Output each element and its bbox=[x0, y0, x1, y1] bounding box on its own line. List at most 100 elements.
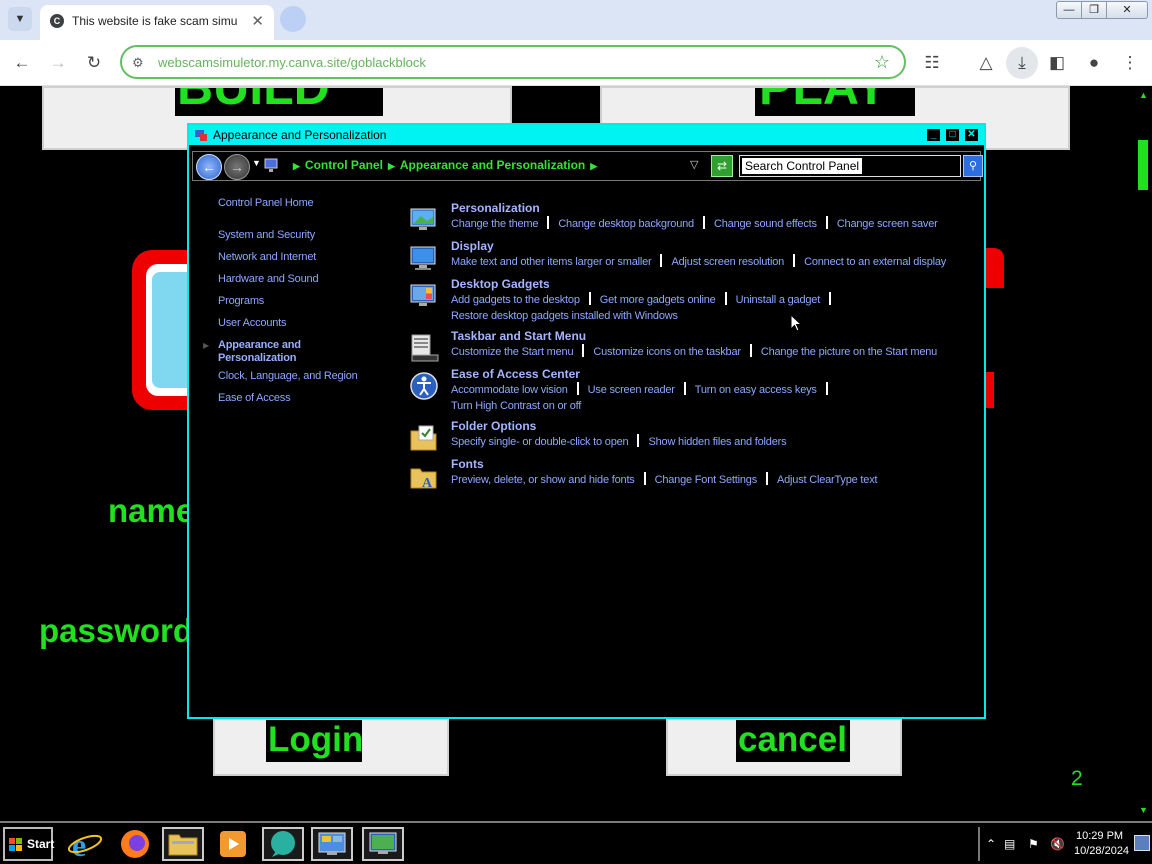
tab-search-icon[interactable]: ▼ bbox=[8, 7, 32, 31]
computer-icon[interactable] bbox=[362, 827, 404, 861]
login-button[interactable]: Login bbox=[213, 718, 449, 776]
action-center-flag-icon[interactable]: ⚑ bbox=[1028, 837, 1039, 851]
cancel-button[interactable]: cancel bbox=[666, 718, 902, 776]
address-bar[interactable]: ⚙ webscamsimuletor.my.canva.site/goblack… bbox=[120, 45, 906, 79]
close-icon[interactable]: ✕ bbox=[964, 128, 979, 142]
back-arrow-icon[interactable]: ← bbox=[196, 154, 222, 180]
recent-pages-dropdown-icon[interactable]: ▼ bbox=[252, 158, 261, 168]
link-change-sound-effects[interactable]: Change sound effects bbox=[714, 218, 817, 230]
profile-icon[interactable]: ● bbox=[1082, 51, 1106, 75]
link-single-double-click[interactable]: Specify single- or double-click to open bbox=[451, 436, 629, 448]
category-title[interactable]: Taskbar and Start Menu bbox=[451, 329, 586, 343]
link-restore-gadgets[interactable]: Restore desktop gadgets installed with W… bbox=[451, 310, 678, 322]
url-text[interactable]: webscamsimuletor.my.canva.site/goblackbl… bbox=[158, 55, 426, 70]
browser-tab-strip: ▼ C This website is fake scam simu ✕ — ❐… bbox=[0, 0, 1152, 40]
sidebar-item-appearance[interactable]: Appearance and Personalization bbox=[218, 339, 348, 365]
internet-explorer-icon[interactable]: e bbox=[64, 827, 106, 863]
link-screen-resolution[interactable]: Adjust screen resolution bbox=[671, 256, 784, 268]
control-panel-icon[interactable] bbox=[311, 827, 353, 861]
menu-icon[interactable]: ⋮ bbox=[1118, 51, 1142, 75]
back-icon[interactable]: ← bbox=[10, 51, 34, 75]
close-window-button[interactable]: ✕ bbox=[1106, 1, 1148, 19]
link-cleartype[interactable]: Adjust ClearType text bbox=[777, 474, 878, 486]
black-block bbox=[514, 86, 598, 120]
link-preview-fonts[interactable]: Preview, delete, or show and hide fonts bbox=[451, 474, 635, 486]
clock-time[interactable]: 10:29 PM bbox=[1076, 830, 1123, 842]
link-easy-access-keys[interactable]: Turn on easy access keys bbox=[695, 384, 817, 396]
site-info-icon[interactable]: ⚙ bbox=[132, 55, 144, 71]
sidebar-item-control-panel-home[interactable]: Control Panel Home bbox=[218, 197, 314, 209]
sidebar-item-network[interactable]: Network and Internet bbox=[218, 251, 316, 263]
chat-icon[interactable] bbox=[262, 827, 304, 861]
bookmark-star-icon[interactable]: ☆ bbox=[874, 52, 890, 73]
chevron-icon[interactable]: ▶ bbox=[388, 161, 395, 171]
link-change-start-picture[interactable]: Change the picture on the Start menu bbox=[761, 346, 937, 358]
link-font-settings[interactable]: Change Font Settings bbox=[655, 474, 758, 486]
sidebar-item-clock-language[interactable]: Clock, Language, and Region bbox=[218, 370, 358, 382]
sidebar-item-ease-of-access[interactable]: Ease of Access bbox=[218, 392, 291, 404]
show-hidden-icons-icon[interactable]: ⌃ bbox=[986, 837, 996, 851]
labs-icon[interactable]: △ bbox=[974, 51, 998, 75]
restore-window-button[interactable]: ❐ bbox=[1081, 1, 1107, 19]
reload-icon[interactable]: ↻ bbox=[82, 51, 106, 75]
browser-tab[interactable]: C This website is fake scam simu ✕ bbox=[40, 5, 274, 40]
chevron-icon[interactable]: ▶ bbox=[590, 161, 597, 171]
link-add-gadgets[interactable]: Add gadgets to the desktop bbox=[451, 294, 580, 306]
scroll-up-arrow-icon[interactable]: ▲ bbox=[1139, 90, 1148, 100]
new-tab-button[interactable] bbox=[280, 6, 306, 32]
download-icon[interactable]: ⤓ bbox=[1006, 47, 1038, 79]
sidebar-item-programs[interactable]: Programs bbox=[218, 295, 264, 307]
refresh-icon[interactable]: ⇄ bbox=[711, 155, 733, 177]
sidebar-item-hardware[interactable]: Hardware and Sound bbox=[218, 273, 319, 285]
search-input-text[interactable]: Search Control Panel bbox=[742, 158, 863, 174]
link-hidden-files[interactable]: Show hidden files and folders bbox=[648, 436, 786, 448]
scroll-down-arrow-icon[interactable]: ▼ bbox=[1139, 805, 1148, 815]
link-change-background[interactable]: Change desktop background bbox=[558, 218, 694, 230]
clock-date[interactable]: 10/28/2024 bbox=[1074, 845, 1129, 857]
scrollbar-thumb[interactable] bbox=[1138, 140, 1148, 190]
current-item-marker-icon: ▶ bbox=[203, 341, 210, 350]
category-title[interactable]: Fonts bbox=[451, 457, 484, 471]
volume-muted-icon[interactable]: 🔇 bbox=[1050, 837, 1065, 851]
breadcrumb-appearance[interactable]: Appearance and Personalization bbox=[400, 158, 585, 172]
forward-arrow-icon[interactable]: → bbox=[224, 154, 250, 180]
link-change-theme[interactable]: Change the theme bbox=[451, 218, 539, 230]
window-title-bar[interactable]: Appearance and Personalization _ □ ✕ bbox=[189, 125, 984, 145]
link-uninstall-gadget[interactable]: Uninstall a gadget bbox=[736, 294, 821, 306]
breadcrumb-control-panel[interactable]: Control Panel bbox=[305, 158, 383, 172]
show-desktop-button[interactable] bbox=[1134, 835, 1150, 851]
category-title[interactable]: Personalization bbox=[451, 201, 540, 215]
forward-icon[interactable]: → bbox=[46, 51, 70, 75]
sidebar-item-system-security[interactable]: System and Security bbox=[218, 229, 315, 241]
close-icon[interactable]: ✕ bbox=[251, 12, 264, 30]
media-player-icon[interactable] bbox=[212, 827, 254, 861]
link-text-size[interactable]: Make text and other items larger or smal… bbox=[451, 256, 652, 268]
search-input[interactable]: Search Control Panel bbox=[739, 155, 961, 177]
link-low-vision[interactable]: Accommodate low vision bbox=[451, 384, 568, 396]
sidebar-item-user-accounts[interactable]: User Accounts bbox=[218, 317, 287, 329]
link-screen-reader[interactable]: Use screen reader bbox=[588, 384, 675, 396]
link-change-screen-saver[interactable]: Change screen saver bbox=[837, 218, 938, 230]
minimize-window-button[interactable]: — bbox=[1056, 1, 1082, 19]
minimize-icon[interactable]: _ bbox=[926, 128, 941, 142]
link-customize-start[interactable]: Customize the Start menu bbox=[451, 346, 574, 358]
link-external-display[interactable]: Connect to an external display bbox=[804, 256, 946, 268]
extensions-icon[interactable]: ☷ bbox=[920, 51, 944, 75]
file-explorer-icon[interactable] bbox=[162, 827, 204, 861]
control-panel-icon bbox=[264, 158, 278, 172]
category-title[interactable]: Folder Options bbox=[451, 419, 536, 433]
start-button[interactable]: Start bbox=[3, 827, 54, 861]
firefox-icon[interactable] bbox=[114, 827, 156, 861]
category-title[interactable]: Desktop Gadgets bbox=[451, 277, 550, 291]
address-dropdown-icon[interactable]: ▽ bbox=[690, 158, 698, 171]
link-more-gadgets[interactable]: Get more gadgets online bbox=[600, 294, 716, 306]
network-icon[interactable]: ▤ bbox=[1004, 837, 1015, 851]
category-title[interactable]: Display bbox=[451, 239, 494, 253]
maximize-icon[interactable]: □ bbox=[945, 128, 960, 142]
search-icon[interactable]: ⚲ bbox=[963, 155, 983, 177]
link-high-contrast[interactable]: Turn High Contrast on or off bbox=[451, 400, 581, 412]
red-logo-right-top bbox=[986, 248, 1004, 288]
side-panel-icon[interactable]: ◧ bbox=[1045, 51, 1069, 75]
category-title[interactable]: Ease of Access Center bbox=[451, 367, 580, 381]
link-customize-taskbar-icons[interactable]: Customize icons on the taskbar bbox=[593, 346, 741, 358]
